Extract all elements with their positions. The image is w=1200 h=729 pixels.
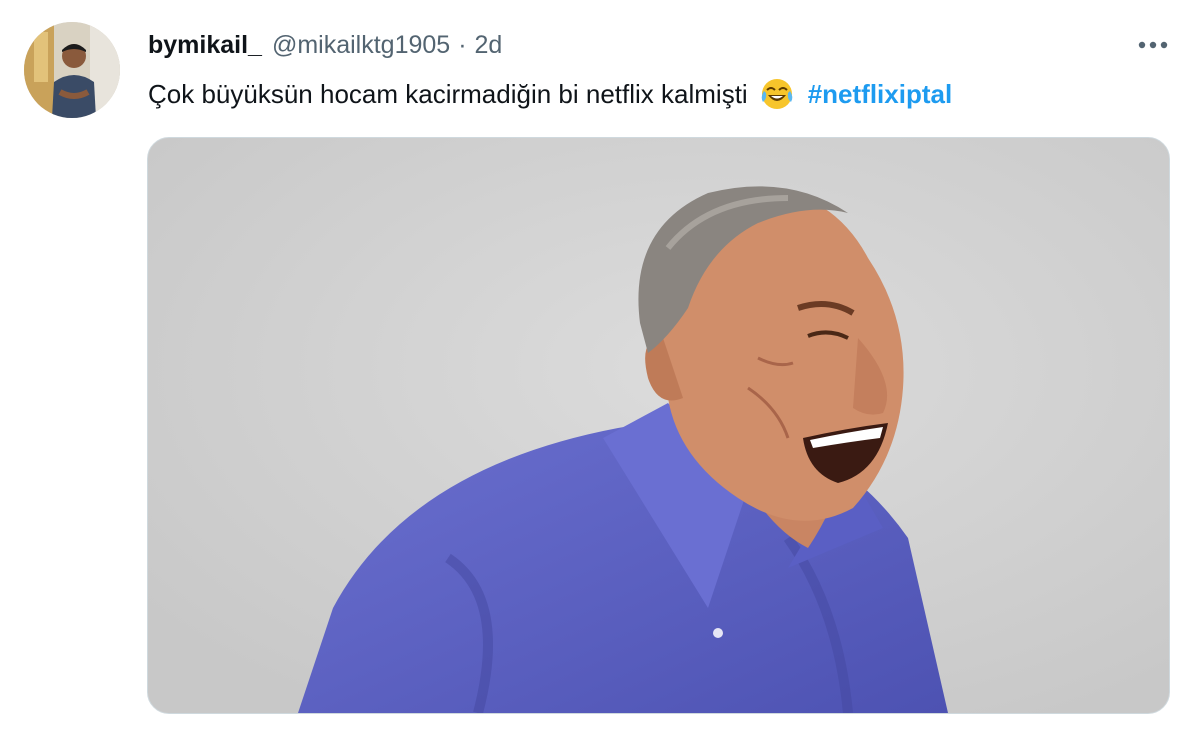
tweet-body: Çok büyüksün hocam kacirmadiğin bi netfl… <box>148 78 748 109</box>
tweet-card[interactable]: bymikail_ @mikailktg1905 · 2d Çok büyüks… <box>0 0 1200 729</box>
tweet-text: Çok büyüksün hocam kacirmadiğin bi netfl… <box>148 74 952 114</box>
display-name[interactable]: bymikail_ <box>148 31 262 60</box>
avatar-photo <box>24 22 120 118</box>
laughing-man-photo <box>148 138 1169 713</box>
separator-dot: · <box>458 30 467 59</box>
tweet-header: bymikail_ @mikailktg1905 · 2d <box>148 28 502 62</box>
more-options-button[interactable] <box>1128 28 1178 62</box>
face-with-tears-of-joy-icon <box>760 77 794 111</box>
more-horizontal-icon <box>1138 41 1168 49</box>
tweet-media-image[interactable] <box>147 137 1170 714</box>
user-handle[interactable]: @mikailktg1905 <box>272 31 450 60</box>
tweet-timestamp[interactable]: 2d <box>475 31 503 60</box>
hashtag-link[interactable]: #netflixiptal <box>808 79 952 110</box>
avatar[interactable] <box>24 22 120 118</box>
